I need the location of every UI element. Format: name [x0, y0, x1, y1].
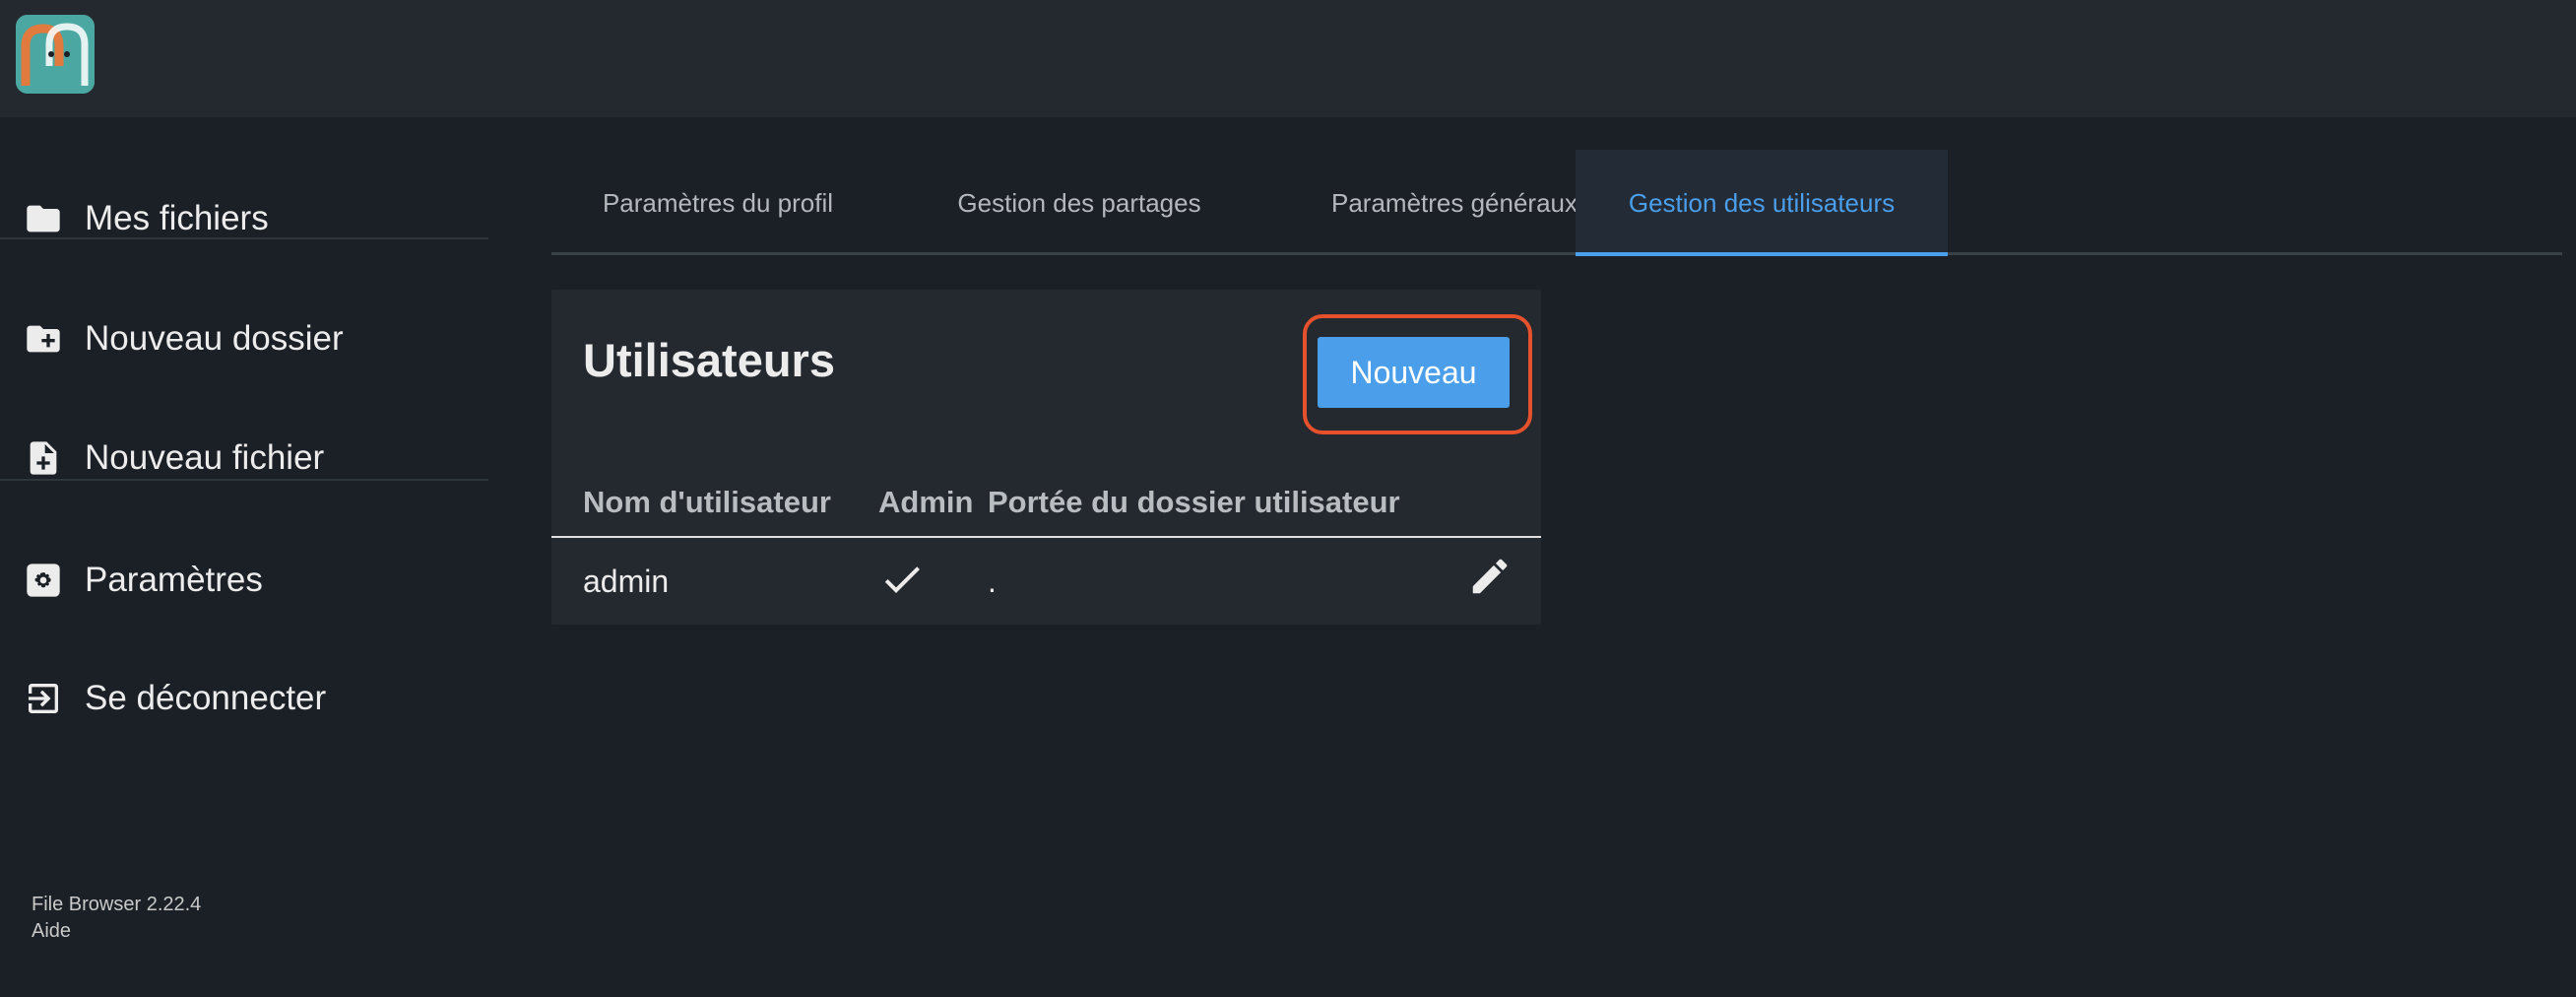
sidebar-footer: File Browser 2.22.4 Aide [32, 892, 201, 945]
sidebar-item-label: Se déconnecter [85, 679, 327, 717]
tab-share-management[interactable]: Gestion des partages [884, 150, 1274, 256]
help-link[interactable]: Aide [32, 918, 201, 945]
settings-icon [22, 559, 65, 602]
sidebar-item-new-file[interactable]: Nouveau fichier [0, 419, 488, 498]
logout-icon [22, 677, 65, 720]
tab-user-management[interactable]: Gestion des utilisateurs [1576, 150, 1948, 256]
new-file-icon [22, 436, 65, 480]
table-header-divider [551, 536, 1541, 538]
sidebar-item-my-files[interactable]: Mes fichiers [0, 179, 488, 258]
sidebar-item-new-folder[interactable]: Nouveau dossier [0, 299, 488, 378]
sidebar-item-label: Mes fichiers [85, 199, 269, 237]
sidebar-item-label: Nouveau fichier [85, 438, 325, 477]
column-header-admin: Admin [878, 485, 974, 519]
settings-tabs: Paramètres du profil Gestion des partage… [551, 150, 2562, 256]
version-text: File Browser 2.22.4 [32, 894, 202, 915]
new-user-button[interactable]: Nouveau [1318, 337, 1510, 408]
sidebar-item-label: Nouveau dossier [85, 319, 344, 358]
divider [0, 237, 488, 239]
sidebar: Mes fichiers Nouveau dossier Nouveau fic… [0, 117, 488, 997]
sidebar-item-settings[interactable]: Paramètres [0, 541, 488, 620]
check-icon [878, 556, 926, 603]
new-folder-icon [22, 317, 65, 361]
username-cell: admin [583, 564, 670, 599]
column-header-scope: Portée du dossier utilisateur [988, 485, 1400, 519]
card-title: Utilisateurs [583, 334, 835, 386]
edit-icon[interactable] [1467, 554, 1513, 599]
users-card: Utilisateurs Nouveau Nom d'utilisateur A… [551, 290, 1541, 625]
tab-profile-settings[interactable]: Paramètres du profil [551, 150, 884, 256]
sidebar-item-logout[interactable]: Se déconnecter [0, 659, 488, 738]
filebrowser-logo-icon[interactable] [16, 15, 95, 94]
column-header-username: Nom d'utilisateur [583, 485, 831, 519]
divider [0, 479, 488, 481]
scope-cell: . [988, 564, 997, 599]
top-bar [0, 0, 2576, 117]
folder-icon [22, 197, 65, 240]
sidebar-item-label: Paramètres [85, 561, 263, 599]
